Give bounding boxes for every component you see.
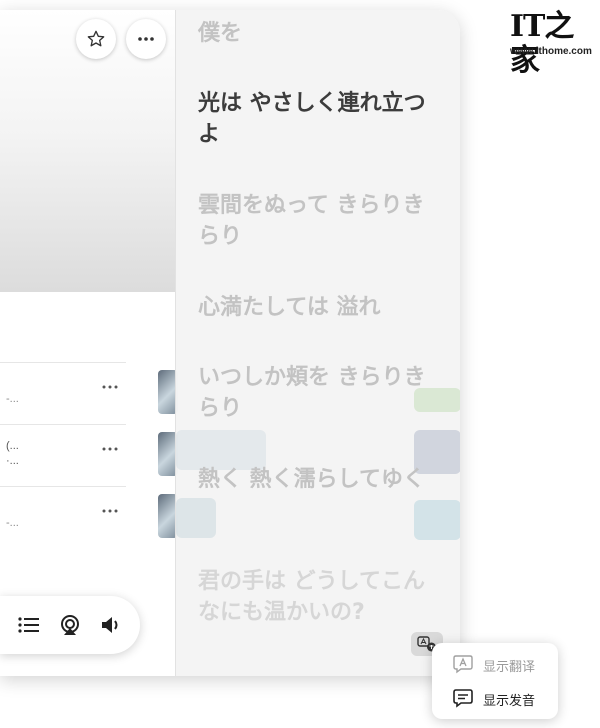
menu-item-label: 显示发音 (483, 694, 536, 709)
track-row[interactable]: -... (0, 486, 126, 547)
lyric-line[interactable]: 雲間をぬって きらりきらり (198, 190, 438, 252)
pronunciation-bubble-icon (453, 689, 473, 708)
logo-mark: IT之家 (510, 9, 574, 78)
row-more-icon[interactable] (102, 447, 118, 451)
menu-item-show-translation[interactable]: 显示翻译 (432, 647, 558, 681)
menu-item-show-pronunciation[interactable]: 显示发音 (432, 681, 558, 715)
track-row[interactable]: -... (0, 362, 126, 423)
logo-url: www.ithome.com (510, 46, 592, 57)
row-more-icon[interactable] (102, 385, 118, 389)
translate-a-icon (453, 655, 473, 674)
star-outline-icon (87, 30, 105, 47)
track-subtitle: -... (6, 393, 19, 405)
player-control-bar (0, 596, 140, 654)
lyric-line[interactable]: 熱く 熱く濡らしてゆく (198, 464, 438, 495)
row-more-icon[interactable] (102, 509, 118, 513)
ithome-logo: IT之家 www.ithome.com (510, 10, 592, 78)
menu-item-label: 显示翻译 (483, 660, 536, 675)
lyric-line-current[interactable]: 光は やさしく連れ立つよ (198, 88, 438, 150)
lyric-line[interactable]: 心満たしては 溢れ (198, 292, 438, 323)
lyrics-panel[interactable]: 僕を 光は やさしく連れ立つよ 雲間をぬって きらりきらり 心満たしては 溢れ … (175, 10, 460, 676)
track-subtitle: -... (6, 517, 19, 529)
queue-list-icon[interactable] (18, 616, 40, 634)
volume-icon[interactable] (100, 616, 122, 634)
ellipsis-icon (138, 37, 154, 41)
music-app-window: -... (... ·... -... 僕を 光は やさしく連れ立つよ 雲間をぬ… (0, 10, 460, 676)
lyrics-options-menu: 显示翻译 显示发音 (432, 643, 558, 719)
lyric-line[interactable]: 君の手は どうしてこんなにも温かいの? (198, 566, 438, 628)
more-options-button[interactable] (126, 19, 166, 59)
lyric-line[interactable]: 僕を (198, 18, 438, 49)
track-subtitle: (... ·... (6, 440, 19, 467)
track-row[interactable]: (... ·... (0, 424, 126, 485)
lyric-line[interactable]: いつしか頬を きらりきらり (198, 362, 438, 424)
favorite-button[interactable] (76, 19, 116, 59)
airplay-icon[interactable] (59, 614, 81, 636)
